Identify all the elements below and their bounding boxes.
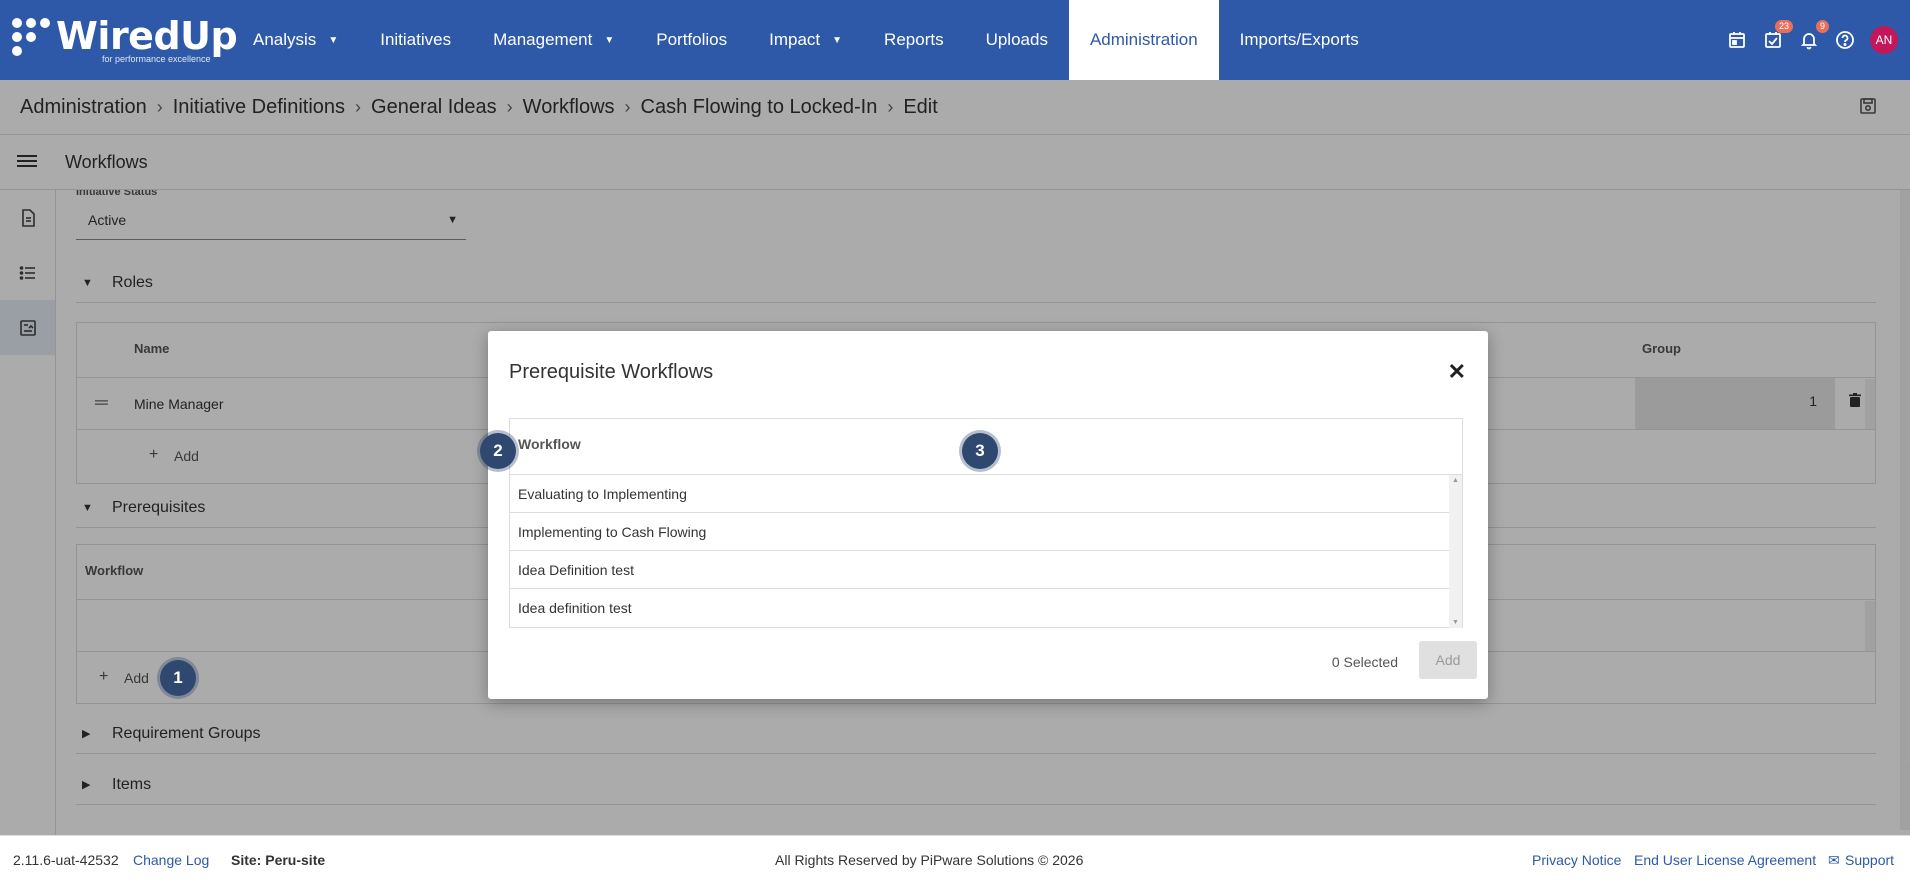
eula-link[interactable]: End User License Agreement	[1634, 852, 1816, 868]
nav-label: Portfolios	[656, 30, 728, 49]
selected-count: 0 Selected	[1331, 654, 1398, 670]
nav-label: Initiatives	[380, 30, 452, 49]
nav-label: Uploads	[985, 30, 1048, 49]
caret-down-icon: ▼	[832, 34, 843, 46]
help-icon[interactable]	[1834, 29, 1856, 51]
nav-label: Management	[493, 30, 593, 49]
list-item[interactable]: Idea Definition test	[510, 551, 1450, 589]
support-icon: ✉	[1828, 852, 1840, 868]
caret-down-icon: ▼	[604, 34, 615, 46]
prerequisite-workflows-dialog: Prerequisite Workflows ✕ Workflow Evalua…	[488, 331, 1488, 699]
nav-portfolios[interactable]: Portfolios	[635, 0, 748, 80]
notifications-badge: 9	[1815, 20, 1829, 33]
nav-icons: 23 9 AN	[1726, 0, 1898, 80]
list-item[interactable]: Implementing to Cash Flowing	[510, 513, 1450, 551]
version-text: 2.11.6-uat-42532	[13, 852, 119, 868]
top-nav: WiredUp for performance excellence Analy…	[0, 0, 1910, 80]
privacy-link[interactable]: Privacy Notice	[1532, 852, 1621, 868]
nav-imports-exports[interactable]: Imports/Exports	[1219, 0, 1380, 80]
nav-uploads[interactable]: Uploads	[965, 0, 1069, 80]
footer: 2.11.6-uat-42532 Change Log Site: Peru-s…	[0, 835, 1910, 885]
nav-impact[interactable]: Impact ▼	[748, 0, 863, 80]
nav-management[interactable]: Management ▼	[472, 0, 635, 80]
nav-label: Administration	[1089, 30, 1198, 49]
close-icon[interactable]: ✕	[1448, 359, 1466, 385]
step-marker: 2	[480, 433, 516, 469]
tasks-badge: 23	[1774, 20, 1793, 33]
support-link[interactable]: Support	[1845, 852, 1894, 868]
nav-label: Analysis	[253, 30, 317, 49]
list-scrollbar[interactable]: ▲ ▼	[1449, 475, 1462, 628]
logo-dots-icon	[12, 18, 52, 58]
bell-icon[interactable]: 9	[1798, 20, 1829, 51]
nav-administration[interactable]: Administration	[1068, 0, 1219, 80]
logo-wordmark: WiredUp	[56, 14, 238, 58]
step-marker: 1	[160, 660, 196, 696]
nav-label: Imports/Exports	[1239, 30, 1359, 49]
dialog-title: Prerequisite Workflows	[509, 361, 714, 383]
nav-analysis[interactable]: Analysis ▼	[232, 0, 359, 80]
caret-down-icon: ▼	[328, 34, 339, 46]
list-item[interactable]: Evaluating to Implementing	[510, 475, 1450, 513]
main-menu: Analysis ▼ Initiatives Management ▼ Portfo…	[232, 0, 1380, 80]
nav-reports[interactable]: Reports	[863, 0, 965, 80]
tasks-icon[interactable]: 23	[1762, 20, 1793, 51]
wiredup-logo[interactable]: WiredUp for performance excellence	[12, 14, 238, 66]
nav-label: Reports	[884, 30, 944, 49]
changelog-link[interactable]: Change Log	[133, 852, 209, 868]
nav-label: Impact	[769, 30, 821, 49]
site-text: Site: Peru-site	[231, 852, 326, 868]
copyright-text: All Rights Reserved by PiPware Solutions…	[775, 852, 1084, 868]
list-item[interactable]: Idea definition test	[510, 589, 1450, 627]
logo-tagline: for performance excellence	[102, 54, 211, 64]
scroll-down-icon[interactable]: ▼	[1452, 619, 1459, 626]
user-avatar[interactable]: AN	[1870, 26, 1898, 54]
scroll-up-icon[interactable]: ▲	[1452, 477, 1459, 484]
calendar-icon[interactable]	[1726, 29, 1748, 51]
step-marker: 3	[962, 433, 998, 469]
add-button[interactable]: Add	[1419, 641, 1477, 679]
nav-initiatives[interactable]: Initiatives	[359, 0, 472, 80]
